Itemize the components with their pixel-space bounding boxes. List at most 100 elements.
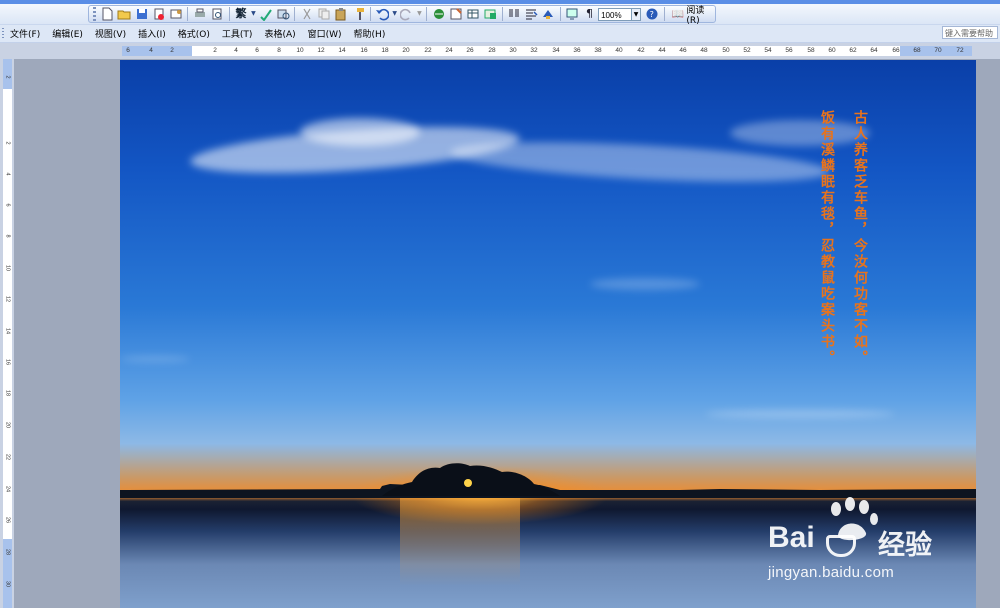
toolbar-separator — [228, 7, 230, 21]
undo-icon[interactable] — [375, 6, 390, 22]
spelling-icon[interactable] — [258, 6, 273, 22]
toolbar-separator — [663, 7, 665, 21]
svg-text:?: ? — [650, 10, 654, 19]
vruler-tick-label: 16 — [4, 358, 11, 366]
toolbar-separator — [501, 7, 503, 21]
ruler-tick-label: 42 — [637, 47, 645, 54]
vruler-tick-label: 30 — [4, 580, 11, 588]
columns-icon[interactable] — [507, 6, 522, 22]
vruler-tick-label: 2 — [4, 141, 11, 145]
horizontal-ruler[interactable]: 6 4 2 2 4 6 8 10 12 14 16 18 20 22 24 26 28 30 32 34 36 38 40 4… — [122, 46, 972, 56]
ruler-tick-label: 66 — [892, 47, 900, 54]
paste-icon[interactable] — [334, 6, 349, 22]
ruler-tick-label: 4 — [149, 47, 153, 54]
ruler-tick-label: 26 — [466, 47, 474, 54]
open-folder-icon[interactable] — [117, 6, 132, 22]
sun-reflection — [400, 498, 520, 608]
menu-grip[interactable] — [2, 28, 4, 39]
tables-borders-icon[interactable] — [448, 6, 463, 22]
cloud — [590, 278, 700, 290]
ruler-tick-label: 62 — [849, 47, 857, 54]
toolbar-separator — [187, 7, 189, 21]
menu-view[interactable]: 视图(V) — [95, 27, 126, 40]
vruler-tick-label: 20 — [4, 421, 11, 429]
vruler-tick-label: 2 — [4, 75, 11, 79]
vruler-tick-label: 24 — [4, 485, 11, 493]
vertical-ruler-band: 2 2 4 6 8 10 12 14 16 18 20 22 24 26 28 30 — [0, 59, 14, 608]
vruler-tick-label: 6 — [4, 203, 11, 207]
ruler-tick-label: 72 — [956, 47, 964, 54]
menu-file[interactable]: 文件(F) — [10, 27, 40, 40]
ruler-tick-label: 70 — [934, 47, 942, 54]
ruler-tick-label: 28 — [488, 47, 496, 54]
insert-excel-icon[interactable] — [483, 6, 498, 22]
ruler-tick-label: 60 — [828, 47, 836, 54]
ruler-left-margin — [122, 46, 192, 56]
show-hide-icon[interactable] — [565, 6, 580, 22]
poem-line-2: 饭有溪鳞眠有毯，忍教鼠吃案头书。 — [819, 110, 835, 366]
print-preview-icon[interactable] — [209, 6, 224, 22]
insert-table-icon[interactable] — [465, 6, 480, 22]
toolbar-separator — [426, 7, 428, 21]
menu-tools[interactable]: 工具(T) — [222, 27, 253, 40]
ruler-tick-label: 50 — [722, 47, 730, 54]
ruler-tick-label: 54 — [764, 47, 772, 54]
toolbar-separator — [559, 7, 561, 21]
undo-dropdown-icon[interactable]: ▼ — [392, 6, 398, 22]
cut-icon[interactable] — [299, 6, 314, 22]
ruler-tick-label: 64 — [870, 47, 878, 54]
ruler-tick-label: 44 — [658, 47, 666, 54]
menu-window[interactable]: 窗口(W) — [308, 27, 342, 40]
menu-edit[interactable]: 编辑(E) — [52, 27, 83, 40]
menu-help[interactable]: 帮助(H) — [354, 27, 386, 40]
baidu-logo: Bai 经验 — [768, 521, 948, 561]
ruler-tick-label: 8 — [277, 47, 281, 54]
redo-dropdown-icon[interactable]: ▼ — [417, 6, 423, 22]
vruler-tick-label: 26 — [4, 516, 11, 524]
pilcrow-icon[interactable]: ¶ — [582, 6, 597, 22]
ruler-tick-label: 56 — [785, 47, 793, 54]
email-icon[interactable] — [168, 6, 183, 22]
vruler-tick-label: 14 — [4, 327, 11, 335]
redo-icon[interactable] — [400, 6, 415, 22]
menu-format[interactable]: 格式(O) — [178, 27, 210, 40]
ruler-tick-label: 16 — [360, 47, 368, 54]
format-painter-icon[interactable] — [351, 6, 366, 22]
ruler-tick-label: 24 — [445, 47, 453, 54]
hyperlink-icon[interactable] — [431, 6, 446, 22]
new-document-icon[interactable] — [100, 6, 115, 22]
vruler-tick-label: 12 — [4, 295, 11, 303]
vruler-tick-label: 22 — [4, 453, 11, 461]
dropdown-arrow-icon[interactable]: ▼ — [251, 6, 257, 22]
vruler-tick-label: 28 — [4, 548, 11, 556]
help-search-input[interactable]: 键入需要帮助 — [942, 26, 998, 39]
copy-icon[interactable] — [317, 6, 332, 22]
ruler-tick-label: 52 — [743, 47, 751, 54]
print-icon[interactable] — [192, 6, 207, 22]
document-map-icon[interactable] — [541, 6, 556, 22]
permission-icon[interactable] — [151, 6, 166, 22]
zoom-combobox[interactable]: 100% — [598, 7, 633, 21]
menu-table[interactable]: 表格(A) — [264, 27, 295, 40]
ruler-tick-label: 14 — [338, 47, 346, 54]
baidu-brand-chinese: 经验 — [878, 530, 932, 561]
ruler-tick-label: 68 — [913, 47, 921, 54]
ruler-tick-label: 12 — [317, 47, 325, 54]
save-icon[interactable] — [134, 6, 149, 22]
toolbar-grip[interactable] — [93, 7, 96, 21]
research-icon[interactable] — [275, 6, 290, 22]
zoom-dropdown-arrow-icon[interactable]: ▼ — [632, 7, 641, 21]
menu-insert[interactable]: 插入(I) — [138, 27, 166, 40]
ruler-tick-label: 20 — [402, 47, 410, 54]
document-area-right — [976, 60, 1000, 608]
drawing-icon[interactable] — [524, 6, 539, 22]
ruler-tick-label: 58 — [807, 47, 815, 54]
poem-text[interactable]: 古人养客乏车鱼，今汝何功客不如。 饭有溪鳞眠有毯，忍教鼠吃案头书。 — [810, 110, 876, 400]
traditional-chinese-icon[interactable]: 繁 — [233, 6, 248, 22]
ruler-tick-label: 34 — [552, 47, 560, 54]
vertical-ruler[interactable]: 2 2 4 6 8 10 12 14 16 18 20 22 24 26 28 30 — [3, 59, 12, 608]
read-button[interactable]: 📖 阅读(R) — [672, 3, 715, 26]
help-icon[interactable]: ? — [645, 6, 660, 22]
ruler-tick-label: 48 — [700, 47, 708, 54]
baidu-watermark: Bai 经验 jingyan.baidu.com — [768, 497, 948, 592]
